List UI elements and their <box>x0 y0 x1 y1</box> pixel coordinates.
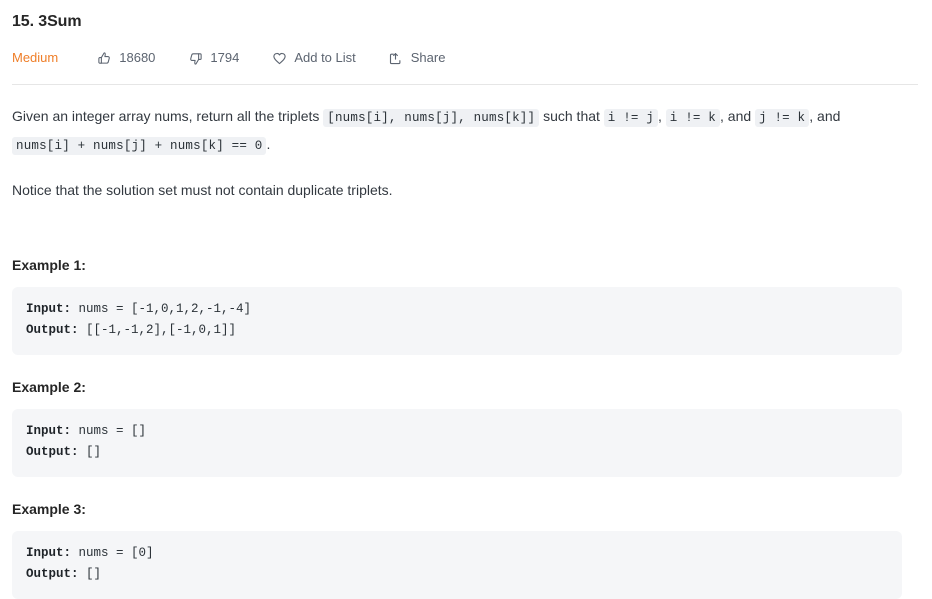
inline-code-triplet: [nums[i], nums[j], nums[k]] <box>323 109 540 127</box>
inline-code-i-ne-j: i != j <box>603 109 659 127</box>
thumbs-up-icon <box>96 50 112 66</box>
example-1-input-label: Input: <box>26 302 72 316</box>
desc-text-5: , and <box>809 108 841 124</box>
problem-description-panel: 15. 3Sum Medium 18680 1794 Add to List S… <box>0 0 932 599</box>
upvote-button[interactable]: 18680 <box>96 49 155 67</box>
difficulty-badge[interactable]: Medium <box>12 49 58 67</box>
example-2: Example 2: Input: nums = [] Output: [] <box>12 377 920 477</box>
example-3-output-label: Output: <box>26 567 79 581</box>
upvote-count: 18680 <box>119 50 156 65</box>
example-3-input-label: Input: <box>26 546 72 560</box>
problem-action-bar: Medium 18680 1794 Add to List Share <box>12 45 920 71</box>
description-paragraph-1: Given an integer array nums, return all … <box>12 103 918 159</box>
example-1-output-label: Output: <box>26 323 79 337</box>
example-1-input-value: nums = [-1,0,1,2,-1,-4] <box>71 302 252 316</box>
example-1: Example 1: Input: nums = [-1,0,1,2,-1,-4… <box>12 255 920 355</box>
desc-text-4: , and <box>720 108 756 124</box>
example-2-output-label: Output: <box>26 445 79 459</box>
example-2-code: Input: nums = [] Output: [] <box>12 409 902 477</box>
example-3-input-value: nums = [0] <box>71 546 154 560</box>
inline-code-i-ne-k: i != k <box>665 109 721 127</box>
example-3-output-value: [] <box>78 567 102 581</box>
example-1-heading: Example 1: <box>12 257 86 273</box>
problem-statement: Given an integer array nums, return all … <box>12 103 918 203</box>
header-divider <box>12 84 918 85</box>
example-3-heading: Example 3: <box>12 501 86 517</box>
description-paragraph-2: Notice that the solution set must not co… <box>12 182 393 198</box>
add-to-list-button[interactable]: Add to List <box>271 49 356 67</box>
heart-icon <box>271 50 287 66</box>
share-button[interactable]: Share <box>388 49 446 67</box>
example-2-output-value: [] <box>78 445 102 459</box>
desc-text-1: Given an integer array nums, return all … <box>12 108 324 124</box>
example-2-heading: Example 2: <box>12 379 86 395</box>
share-label: Share <box>410 50 446 65</box>
downvote-count: 1794 <box>210 50 240 65</box>
example-1-output-value: [[-1,-1,2],[-1,0,1]] <box>78 323 237 337</box>
desc-text-3: , <box>658 108 666 124</box>
example-3: Example 3: Input: nums = [0] Output: [] <box>12 499 920 599</box>
desc-text-2: such that <box>539 108 604 124</box>
inline-code-j-ne-k: j != k <box>755 109 810 127</box>
example-2-input-label: Input: <box>26 424 72 438</box>
example-2-input-value: nums = [] <box>71 424 147 438</box>
example-3-code: Input: nums = [0] Output: [] <box>12 531 902 599</box>
desc-text-6: . <box>266 136 271 152</box>
thumbs-down-icon <box>187 50 203 66</box>
share-icon <box>388 50 404 66</box>
add-to-list-label: Add to List <box>294 50 356 65</box>
page-title: 15. 3Sum <box>12 13 82 30</box>
inline-code-sum-zero: nums[i] + nums[j] + nums[k] == 0 <box>12 137 267 155</box>
example-1-code: Input: nums = [-1,0,1,2,-1,-4] Output: [… <box>12 287 902 355</box>
downvote-button[interactable]: 1794 <box>187 49 239 67</box>
